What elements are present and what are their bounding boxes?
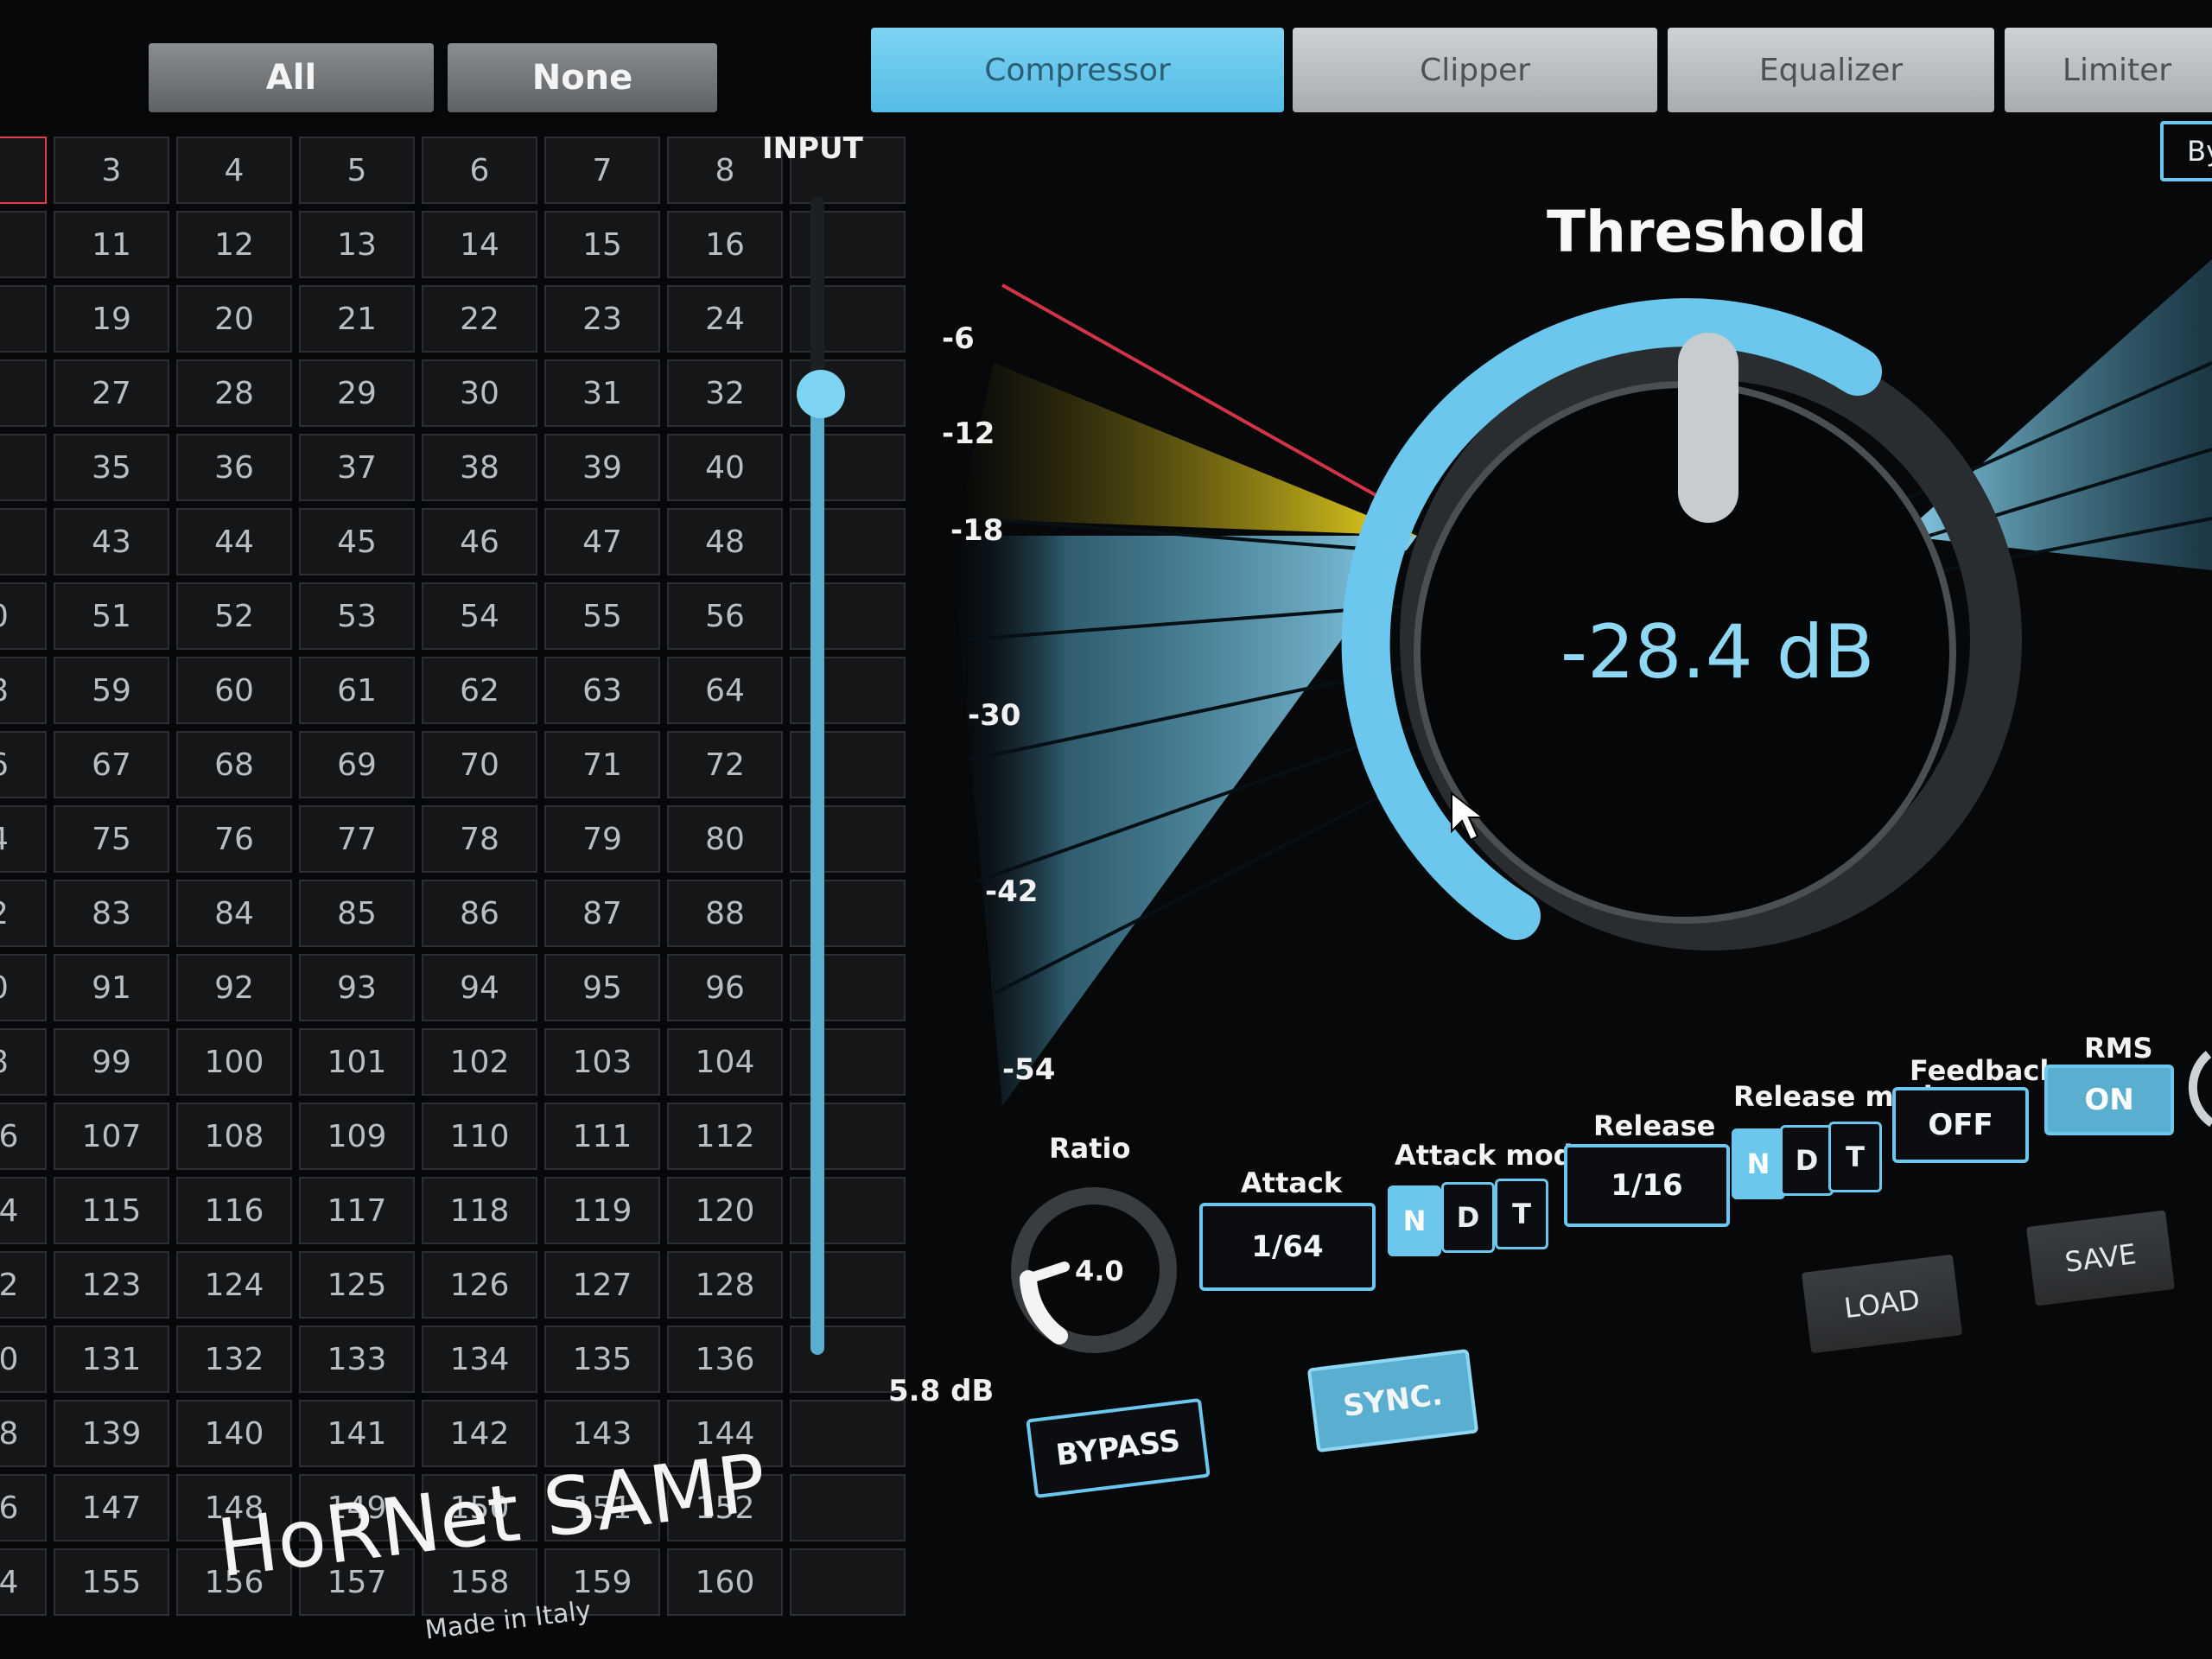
rms-toggle[interactable]: ON bbox=[2044, 1065, 2174, 1135]
attack-label: Attack bbox=[1241, 1166, 1342, 1199]
threshold-title: Threshold bbox=[1547, 199, 1867, 265]
attack-value-field[interactable]: 1/64 bbox=[1199, 1203, 1376, 1291]
attack-mod-label: Attack mod. bbox=[1395, 1139, 1584, 1172]
scale-label-6: -6 bbox=[942, 321, 975, 356]
release-mod-t-button[interactable]: T bbox=[1828, 1122, 1882, 1192]
save-button[interactable]: SAVE bbox=[2026, 1210, 2175, 1306]
scale-label-12: -12 bbox=[942, 416, 995, 451]
release-mod-d-button[interactable]: D bbox=[1780, 1125, 1834, 1196]
rms-label: RMS bbox=[2084, 1032, 2153, 1065]
threshold-value: -28.4 dB bbox=[1560, 609, 1874, 696]
feedback-label: Feedback bbox=[1910, 1054, 2058, 1087]
ratio-label: Ratio bbox=[1049, 1132, 1130, 1165]
attack-mod-n-button[interactable]: N bbox=[1388, 1185, 1441, 1256]
ratio-arc bbox=[1028, 1279, 1059, 1336]
scale-label-30: -30 bbox=[968, 698, 1020, 733]
threshold-pointer bbox=[1678, 333, 1738, 523]
attack-mod-d-button[interactable]: D bbox=[1441, 1182, 1495, 1253]
scale-label-18: -18 bbox=[950, 513, 1003, 548]
scale-label-54: -54 bbox=[1002, 1052, 1055, 1087]
side-knob-edge bbox=[2193, 1054, 2212, 1123]
scale-label-42: -42 bbox=[985, 874, 1038, 909]
ratio-value: 4.0 bbox=[1075, 1255, 1124, 1287]
ratio-pointer bbox=[1028, 1267, 1065, 1279]
attack-mod-t-button[interactable]: T bbox=[1495, 1179, 1548, 1249]
release-mod-n-button[interactable]: N bbox=[1732, 1128, 1785, 1199]
feedback-toggle[interactable]: OFF bbox=[1892, 1087, 2029, 1163]
release-value-field[interactable]: 1/16 bbox=[1564, 1144, 1730, 1227]
release-label: Release bbox=[1593, 1109, 1715, 1142]
